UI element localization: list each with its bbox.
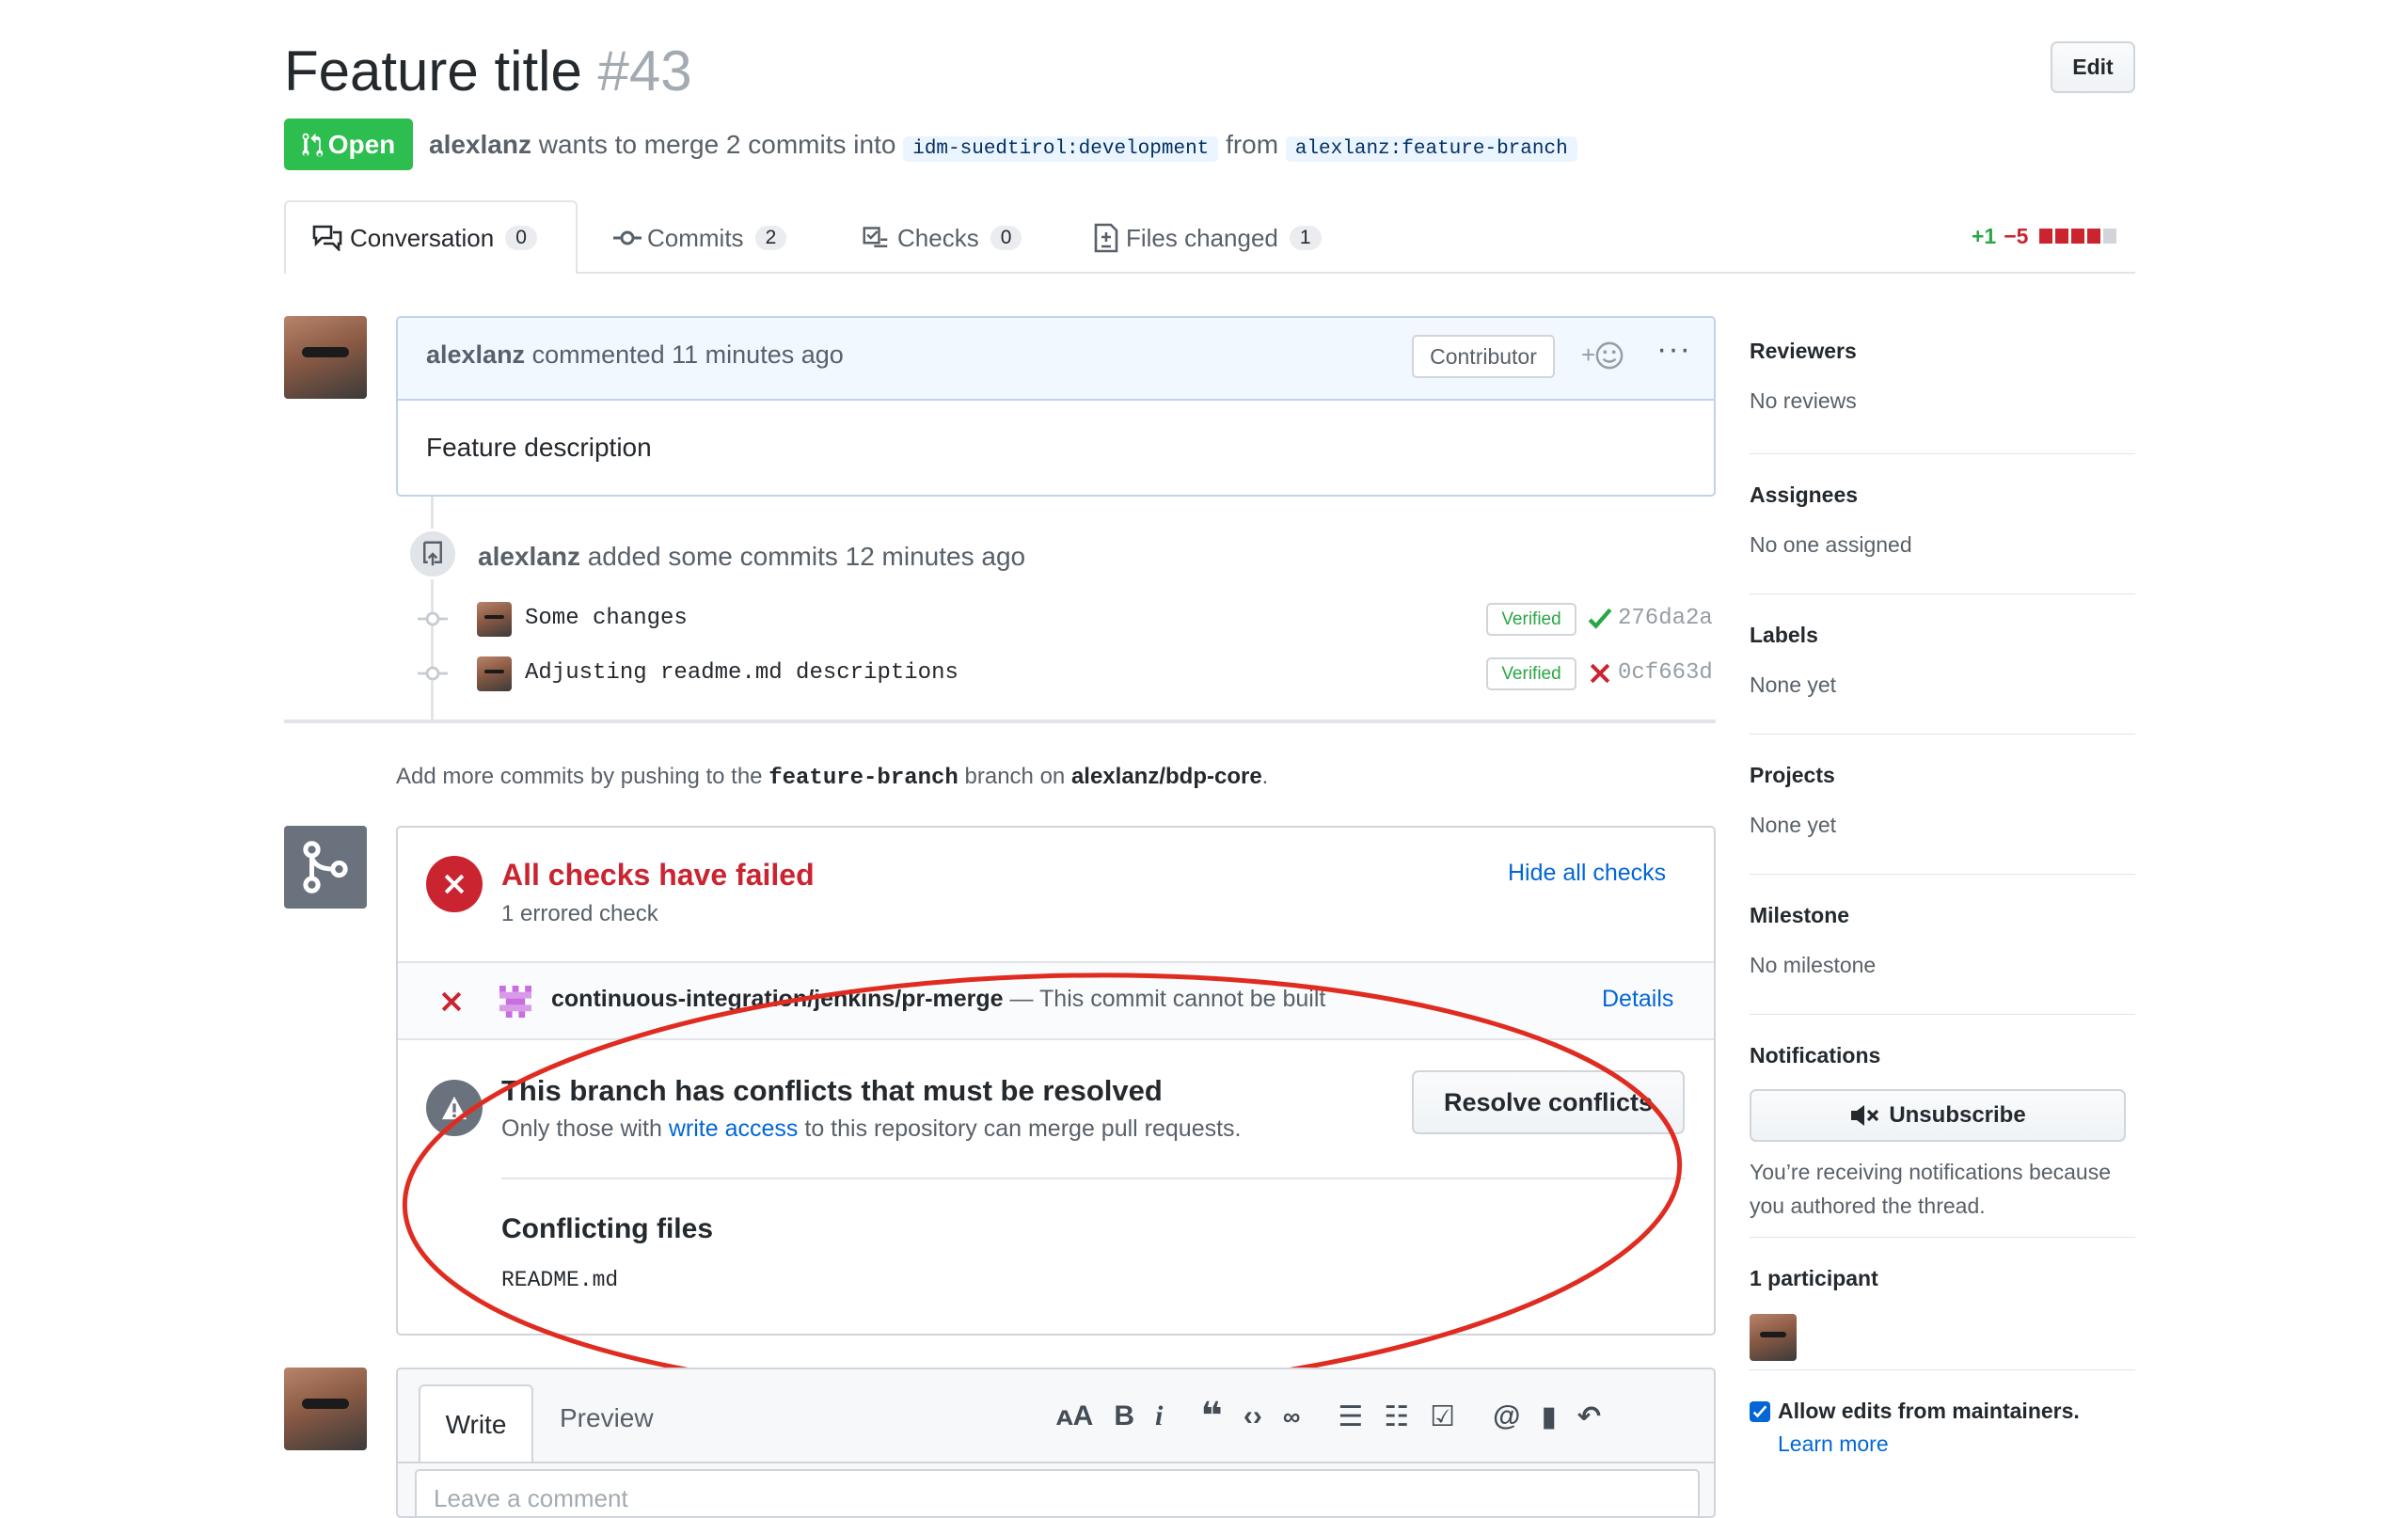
- timeline-divider: [284, 719, 1716, 723]
- avatar[interactable]: [284, 316, 367, 399]
- author-link[interactable]: alexlanz: [429, 130, 531, 159]
- sidebar-value: No reviews: [1750, 388, 1857, 413]
- hide-checks-link[interactable]: Hide all checks: [1508, 860, 1666, 887]
- text-size-icon[interactable]: ᴀA: [1056, 1400, 1093, 1432]
- push-hint: Add more commits by pushing to the featu…: [396, 764, 1269, 791]
- verified-badge[interactable]: Verified: [1486, 603, 1576, 636]
- pr-meta: alexlanz wants to merge 2 commits into i…: [429, 126, 1577, 168]
- sidebar-item-assignees[interactable]: Assignees No one assigned: [1750, 454, 2135, 593]
- annotation-ellipse: [402, 972, 1683, 1398]
- repo-push-icon: [407, 529, 458, 579]
- task-list-icon[interactable]: ☑: [1430, 1400, 1455, 1433]
- commit-sha[interactable]: 276da2a: [1618, 606, 1713, 631]
- bold-icon[interactable]: B: [1114, 1400, 1134, 1432]
- git-merge-icon: [284, 826, 367, 909]
- comment-discussion-icon: [312, 225, 342, 251]
- allow-edits: Allow edits from maintainers. Learn more: [1750, 1370, 2135, 1457]
- comment-author[interactable]: alexlanz: [426, 340, 525, 369]
- commit-event-author[interactable]: alexlanz: [478, 542, 580, 571]
- commit-message[interactable]: Adjusting readme.md descriptions: [525, 660, 958, 686]
- comment-editor: Write Preview ᴀA B i ❝ ‹› ∞ ☰ ☷ ☑ @ ▮ ↶ …: [396, 1368, 1716, 1518]
- notification-reason: You’re receiving notifications because y…: [1750, 1160, 2112, 1218]
- sidebar-item-milestone[interactable]: Milestone No milestone: [1750, 875, 2135, 1014]
- pr-title: Feature title: [284, 40, 582, 103]
- git-commit-icon: [613, 230, 642, 245]
- editor-bottom-border: [398, 1462, 1714, 1463]
- italic-icon[interactable]: i: [1155, 1400, 1163, 1432]
- tab-conversation[interactable]: Conversation 0: [284, 200, 578, 274]
- commits-event-text: alexlanz added some commits 12 minutes a…: [478, 542, 1026, 571]
- sidebar-item-notifications: Notifications Unsubscribe You’re receivi…: [1750, 1015, 2135, 1237]
- code-icon[interactable]: ‹›: [1244, 1400, 1262, 1432]
- tab-files-changed[interactable]: Files changed 1: [1094, 217, 1322, 259]
- commit-sha[interactable]: 0cf663d: [1618, 660, 1713, 686]
- sidebar: Reviewers No reviews Assignees No one as…: [1750, 339, 2135, 1457]
- link-icon[interactable]: ∞: [1283, 1402, 1301, 1431]
- verified-badge[interactable]: Verified: [1486, 657, 1576, 690]
- comment-textarea[interactable]: Leave a comment: [415, 1469, 1700, 1516]
- reply-icon[interactable]: ↶: [1577, 1400, 1601, 1433]
- git-pull-request-icon: [302, 133, 323, 157]
- checks-failed-icon: [426, 856, 483, 912]
- add-reaction-icon[interactable]: +: [1581, 340, 1624, 370]
- sidebar-item-participants: 1 participant: [1750, 1238, 2135, 1369]
- ordered-list-icon[interactable]: ☷: [1384, 1400, 1409, 1433]
- comment-header: alexlanz commented 11 minutes ago Contri…: [398, 318, 1714, 401]
- diffstat: +1 −5: [1972, 222, 2117, 250]
- edit-button[interactable]: Edit: [2051, 41, 2135, 93]
- sidebar-item-projects[interactable]: Projects None yet: [1750, 735, 2135, 874]
- diffstat-blocks: [2039, 229, 2117, 244]
- page-title: Feature title #43: [284, 36, 692, 107]
- bookmark-icon[interactable]: ▮: [1541, 1400, 1557, 1433]
- sidebar-item-labels[interactable]: Labels None yet: [1750, 594, 2135, 734]
- branch-name: feature-branch: [768, 766, 958, 791]
- avatar[interactable]: [477, 602, 512, 637]
- file-diff-icon: [1094, 223, 1118, 253]
- unsubscribe-button[interactable]: Unsubscribe: [1750, 1089, 2126, 1142]
- tab-write[interactable]: Write: [419, 1384, 533, 1463]
- learn-more-link[interactable]: Learn more: [1778, 1431, 2135, 1457]
- tab-checks[interactable]: Checks 0: [862, 217, 1022, 259]
- quote-icon[interactable]: ❝: [1200, 1395, 1222, 1438]
- commit-message[interactable]: Some changes: [525, 606, 688, 631]
- base-branch[interactable]: idm-suedtirol:development: [903, 136, 1219, 162]
- mention-icon[interactable]: @: [1493, 1400, 1520, 1432]
- check-icon[interactable]: [1588, 608, 1612, 630]
- list-item: Adjusting readme.md descriptions Verifie…: [414, 653, 1716, 694]
- checklist-icon: [863, 227, 888, 247]
- checks-title: All checks have failed: [501, 858, 815, 892]
- x-icon[interactable]: [1590, 663, 1610, 684]
- state-badge: Open: [284, 119, 413, 170]
- editor-toolbar: ᴀA B i ❝ ‹› ∞ ☰ ☷ ☑ @ ▮ ↶: [1056, 1394, 1601, 1439]
- allow-edits-checkbox[interactable]: [1750, 1400, 1770, 1422]
- sidebar-item-reviewers[interactable]: Reviewers No reviews: [1750, 339, 2135, 453]
- repo-name: alexlanz/bdp-core: [1070, 764, 1262, 789]
- avatar[interactable]: [477, 656, 512, 691]
- git-commit-icon: [418, 611, 448, 626]
- list-item: Some changes Verified 276da2a: [414, 598, 1716, 640]
- comment-body: Feature description: [426, 433, 652, 462]
- tab-preview[interactable]: Preview: [560, 1403, 654, 1433]
- contributor-badge: Contributor: [1412, 335, 1555, 378]
- more-options-icon[interactable]: ···: [1656, 331, 1691, 368]
- head-branch[interactable]: alexlanz:feature-branch: [1285, 136, 1577, 162]
- checks-subtitle: 1 errored check: [501, 901, 658, 926]
- unordered-list-icon[interactable]: ☰: [1338, 1400, 1363, 1433]
- avatar[interactable]: [284, 1368, 367, 1450]
- mute-icon: [1851, 1105, 1879, 1126]
- git-commit-icon: [418, 666, 448, 681]
- avatar[interactable]: [1750, 1314, 1797, 1361]
- pr-number: #43: [597, 40, 692, 103]
- comment-box: alexlanz commented 11 minutes ago Contri…: [396, 316, 1716, 497]
- tab-commits[interactable]: Commits 2: [613, 217, 787, 259]
- sidebar-heading: Reviewers: [1750, 339, 1857, 363]
